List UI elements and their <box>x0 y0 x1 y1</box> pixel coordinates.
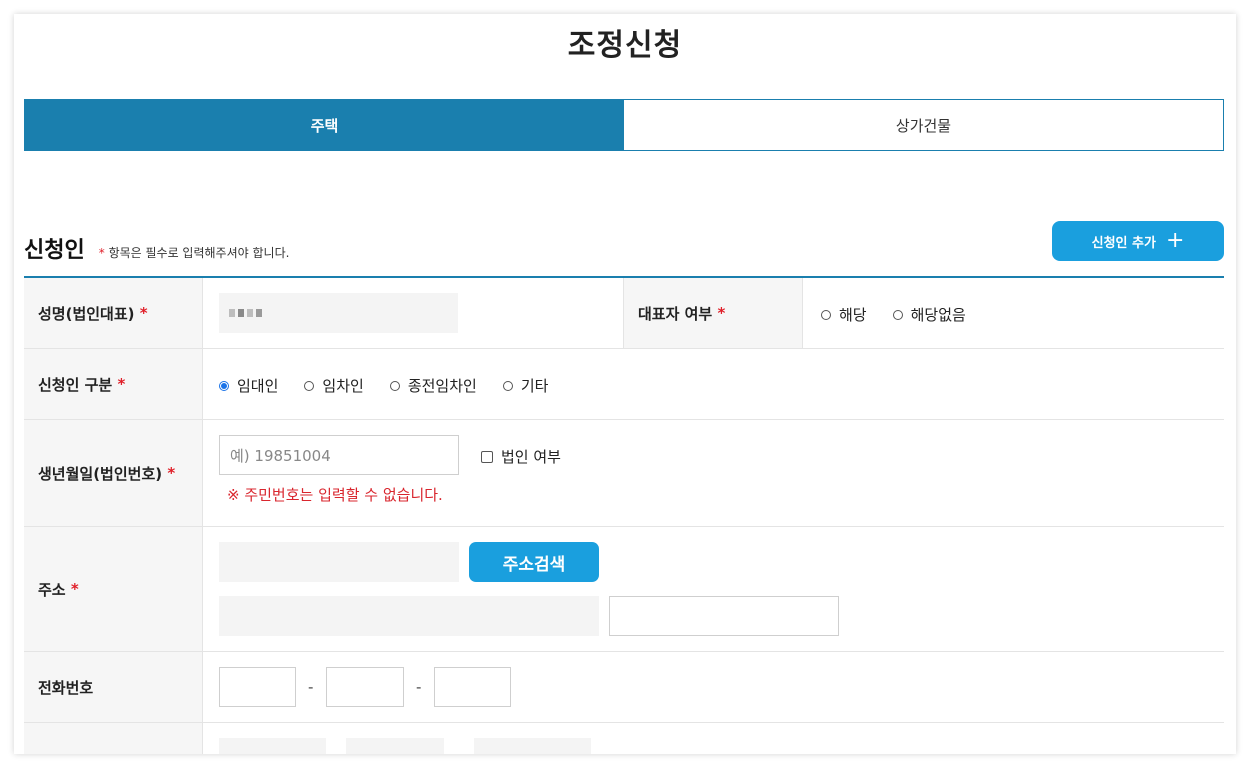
address-detail-input[interactable] <box>609 596 839 636</box>
mobile-input-3[interactable] <box>474 738 591 754</box>
plus-icon: + <box>1165 228 1185 253</box>
address-search-button[interactable]: 주소검색 <box>469 542 599 582</box>
corporate-checkbox[interactable]: 법인 여부 <box>481 446 561 467</box>
row-address: 주소 * 주소검색 <box>24 527 1224 652</box>
applicant-type-label: 신청인 구분 * <box>24 349 203 419</box>
applicant-section-header: 신청인 * 항목은 필수로 입력해주셔야 합니다. <box>24 232 289 264</box>
ssn-warning: ※ 주민번호는 입력할 수 없습니다. <box>227 486 443 504</box>
required-note: * 항목은 필수로 입력해주셔야 합니다. <box>98 246 290 260</box>
row-mobile-partial <box>24 723 1224 754</box>
birth-label: 생년월일(법인번호) * <box>24 420 203 526</box>
row-name: 성명(법인대표) * 대표자 여부 * 해당 해당없음 <box>24 278 1224 349</box>
tab-housing[interactable]: 주택 <box>25 100 624 150</box>
application-card: 조정신청 주택 상가건물 신청인 * 항목은 필수로 입력해주셔야 합니다. 신… <box>14 14 1236 754</box>
applicant-type-options: 임대인 임차인 종전임차인 기타 <box>219 375 574 396</box>
row-applicant-type: 신청인 구분 * 임대인 임차인 종전임차인 기타 <box>24 349 1224 420</box>
phone-input-2[interactable] <box>326 667 404 707</box>
row-phone: 전화번호 - - <box>24 652 1224 723</box>
mobile-input-1[interactable] <box>219 738 326 754</box>
phone-input-1[interactable] <box>219 667 296 707</box>
redacted-name <box>229 309 262 317</box>
zipcode-input[interactable] <box>219 542 459 582</box>
birth-input[interactable]: 예) 19851004 <box>219 435 459 475</box>
applicant-form: 성명(법인대표) * 대표자 여부 * 해당 해당없음 신청인 구분 * 임대인… <box>24 276 1224 754</box>
type-tabs: 주택 상가건물 <box>24 99 1224 151</box>
radio-representative-yes[interactable]: 해당 <box>821 304 867 325</box>
tab-commercial[interactable]: 상가건물 <box>624 100 1223 150</box>
phone-separator: - <box>308 678 314 696</box>
radio-former-tenant[interactable]: 종전임차인 <box>389 375 477 396</box>
name-label: 성명(법인대표) * <box>24 278 203 348</box>
add-applicant-button[interactable]: 신청인 추가 + <box>1052 221 1224 261</box>
phone-input-3[interactable] <box>434 667 511 707</box>
mobile-label <box>24 723 203 754</box>
mobile-input-2[interactable] <box>346 738 444 754</box>
section-title: 신청인 <box>24 238 85 263</box>
address-main-input[interactable] <box>219 596 599 636</box>
radio-other[interactable]: 기타 <box>502 375 548 396</box>
page-title: 조정신청 <box>567 28 683 63</box>
phone-separator: - <box>416 678 422 696</box>
address-label: 주소 * <box>24 527 203 651</box>
name-input[interactable] <box>219 293 458 333</box>
radio-tenant[interactable]: 임차인 <box>304 375 364 396</box>
representative-label: 대표자 여부 * <box>623 278 803 348</box>
representative-options: 해당 해당없음 <box>821 304 992 325</box>
radio-representative-no[interactable]: 해당없음 <box>892 304 966 325</box>
row-birth: 생년월일(법인번호) * 예) 19851004 법인 여부 ※ 주민번호는 입… <box>24 420 1224 527</box>
phone-label: 전화번호 <box>24 652 203 722</box>
radio-landlord[interactable]: 임대인 <box>219 375 278 396</box>
